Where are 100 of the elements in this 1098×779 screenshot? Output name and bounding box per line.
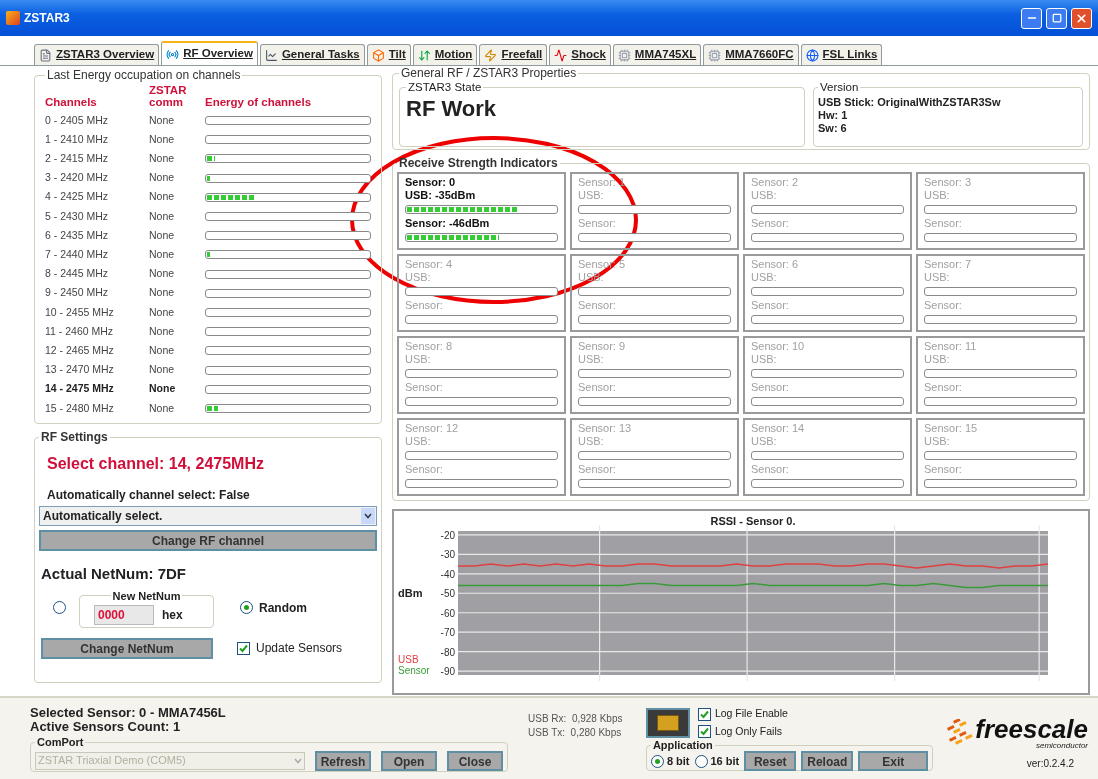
column-header: ZSTAR comm [149, 84, 188, 108]
push-button[interactable]: Refresh [315, 750, 371, 771]
channel-name: 5 - 2430 MHz [45, 208, 110, 224]
usb-reading: USB: [578, 435, 605, 448]
netnum-field[interactable]: 0000 [94, 605, 154, 626]
chart-icon [264, 48, 278, 62]
sensor-reading: Sensor: [924, 463, 963, 476]
close-icon [1075, 11, 1088, 25]
sensor-title: Sensor: 3 [924, 176, 973, 189]
sensor-title: Sensor: 15 [924, 422, 979, 435]
radio-button[interactable] [694, 754, 708, 768]
checkbox-label: Update Sensors [256, 640, 343, 657]
y-tick-label: -70 [440, 627, 455, 639]
pulse-icon [554, 48, 568, 62]
chip-icon [708, 48, 722, 62]
comm-status: None [149, 247, 176, 263]
tab[interactable]: MMA745XL [612, 44, 702, 65]
close-button[interactable] [1071, 7, 1092, 29]
push-button[interactable]: Open [381, 750, 437, 771]
channel-name: 15 - 2480 MHz [45, 400, 115, 416]
comm-status: None [149, 304, 176, 320]
caret-icon [361, 508, 375, 524]
tab[interactable]: Shock [549, 44, 611, 65]
tab[interactable]: RF Overview [161, 41, 258, 65]
push-button[interactable]: Exit [858, 751, 929, 771]
tab[interactable]: FSL Links [800, 44, 883, 65]
active-sensor-count: Active Sensors Count: 1 [30, 720, 182, 734]
radio-button[interactable] [240, 601, 253, 614]
sensor-title: Sensor: 9 [578, 340, 627, 353]
usb-reading: USB: [924, 271, 951, 284]
dropdown[interactable]: Automatically select. [39, 506, 377, 526]
maximize-button[interactable] [1046, 7, 1067, 29]
unit-label: hex [162, 607, 183, 625]
tab[interactable]: Tilt [366, 44, 411, 65]
push-button[interactable]: Close [447, 750, 503, 771]
radio-icon [166, 47, 180, 61]
push-button[interactable]: Reset [744, 751, 797, 771]
y-tick-label: -90 [440, 666, 455, 678]
app-icon [6, 11, 20, 25]
usb-reading: USB: [924, 353, 951, 366]
y-tick-label: -80 [440, 646, 455, 658]
comm-status: None [149, 227, 176, 243]
version-line: Hw: 1 [818, 109, 849, 123]
comm-status: None [149, 131, 176, 147]
radio-button[interactable] [650, 754, 664, 768]
sensor-title: Sensor: 1 [578, 176, 627, 189]
y-tick-label: -60 [440, 607, 455, 619]
checkbox[interactable] [237, 641, 250, 655]
globe-icon [805, 48, 819, 62]
sensor-reading: Sensor: [924, 299, 963, 312]
y-tick-label: -50 [440, 588, 455, 600]
tab[interactable]: Freefall [479, 44, 548, 65]
log-icon-button[interactable] [645, 708, 690, 738]
checkbox-label: Log File Enable [714, 706, 788, 722]
sensor-title: Sensor: 14 [751, 422, 806, 435]
channel-name: 8 - 2445 MHz [45, 266, 110, 282]
comm-status: None [149, 362, 176, 378]
group-title: New NetNum [111, 588, 182, 604]
usb-reading: USB: [751, 435, 778, 448]
usb-reading: USB: [751, 353, 778, 366]
change-channel-button[interactable]: Change RF channel [39, 530, 377, 551]
channel-name: 0 - 2405 MHz [45, 112, 110, 128]
channel-name: 14 - 2475 MHz [45, 381, 115, 397]
version-label: ver:0.2.4.2 [1026, 757, 1074, 771]
radio-label: Random [259, 599, 307, 617]
push-button[interactable]: Reload [801, 751, 854, 771]
comm-status: None [149, 151, 176, 167]
cube-icon [371, 48, 385, 62]
sensor-reading: Sensor: [578, 217, 617, 230]
window-title: ZSTAR3 [24, 10, 70, 27]
usb-reading: USB: [924, 435, 951, 448]
group-title: ZSTAR3 State [407, 80, 483, 95]
auto-select-status: Automatically channel select: False [47, 487, 251, 504]
tab[interactable]: ZSTAR3 Overview [34, 44, 160, 65]
channel-name: 7 - 2440 MHz [45, 247, 110, 263]
usb-reading: USB: [405, 435, 432, 448]
checkbox[interactable] [697, 725, 711, 739]
arrows-icon [417, 48, 431, 62]
sensor-reading: Sensor: [578, 299, 617, 312]
column-header: Channels [45, 96, 98, 108]
change-netnum-button[interactable]: Change NetNum [41, 637, 213, 659]
channel-name: 4 - 2425 MHz [45, 189, 110, 205]
selected-channel: Select channel: 14, 2475MHz [47, 454, 265, 474]
tab[interactable]: MMA7660FC [703, 44, 799, 65]
sensor-title: Sensor: 8 [405, 340, 454, 353]
sensor-title: Sensor: 12 [405, 422, 460, 435]
sensor-reading: Sensor: [751, 299, 790, 312]
legend-label: USB [398, 654, 419, 665]
group-title: ComPort [36, 735, 85, 750]
tab[interactable]: General Tasks [259, 44, 365, 65]
sensor-reading: Sensor: [924, 217, 963, 230]
sensor-title: Sensor: 2 [751, 176, 800, 189]
group-title: Version [819, 80, 860, 95]
minimize-button[interactable] [1021, 7, 1042, 29]
radio-button[interactable] [52, 601, 66, 614]
sensor-title: Sensor: 6 [751, 258, 800, 271]
checkbox[interactable] [697, 707, 711, 721]
tab[interactable]: Motion [412, 44, 478, 65]
state-value: RF Work [406, 96, 497, 122]
channel-name: 6 - 2435 MHz [45, 227, 110, 243]
